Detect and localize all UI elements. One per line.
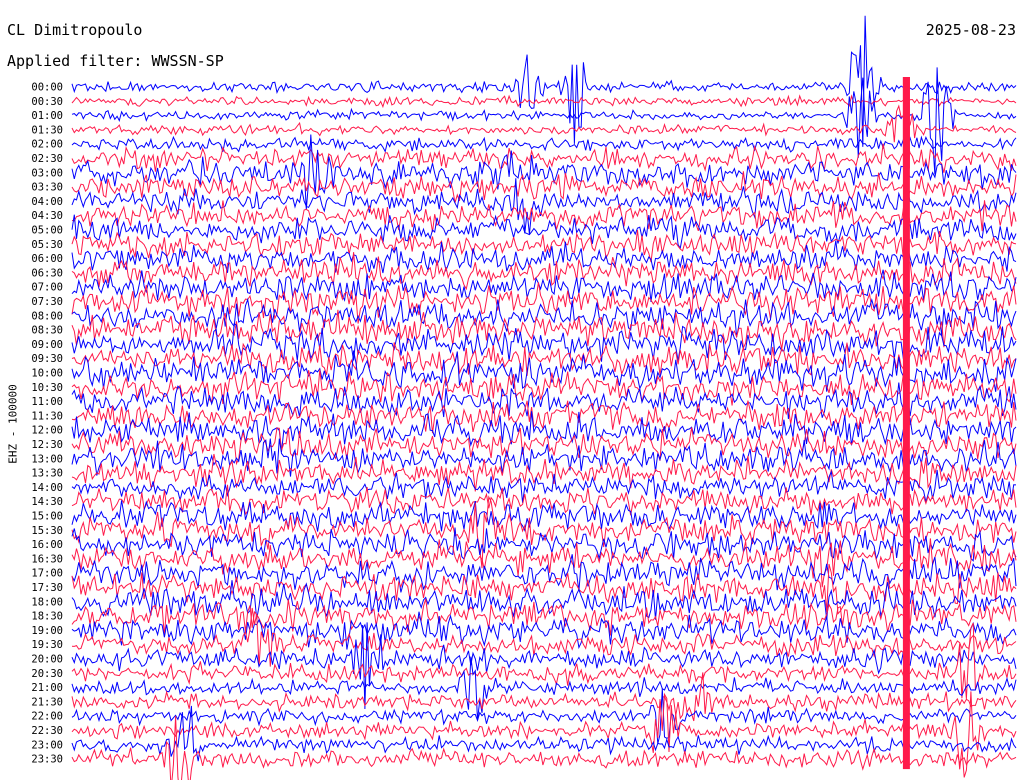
row-time-label: 05:00	[31, 225, 63, 237]
time-tick-labels: 00:00 00:30 01:00 01:30 02:00 02:30 03:00 03:30…	[31, 82, 63, 766]
row-time-label: 04:30	[31, 210, 63, 222]
row-time-label: 03:00	[31, 167, 63, 179]
trace-group	[71, 15, 1017, 780]
trace-row-2330	[71, 715, 1017, 780]
trace-row-0200	[71, 135, 1017, 153]
row-time-label: 10:30	[31, 382, 63, 394]
row-time-label: 23:30	[31, 754, 63, 766]
trace-row-0700	[71, 269, 1017, 302]
row-time-label: 09:30	[31, 353, 63, 365]
row-time-label: 02:00	[31, 139, 63, 151]
row-time-label: 23:00	[31, 739, 63, 751]
helicorder-view: CL Dimitropoulo Applied filter: WWSSN-SP…	[0, 0, 1024, 780]
row-time-label: 15:30	[31, 525, 63, 537]
row-time-label: 22:00	[31, 711, 63, 723]
row-time-label: 18:30	[31, 611, 63, 623]
trace-row-1600	[71, 527, 1017, 562]
row-time-label: 19:30	[31, 639, 63, 651]
row-time-label: 06:00	[31, 253, 63, 265]
row-time-label: 08:30	[31, 325, 63, 337]
row-time-label: 11:30	[31, 410, 63, 422]
trace-row-2100	[71, 656, 1017, 721]
row-time-label: 00:00	[31, 82, 63, 94]
saturated-trace-1	[902, 77, 910, 770]
row-time-label: 03:30	[31, 182, 63, 194]
row-time-label: 21:30	[31, 696, 63, 708]
trace-row-1830	[71, 598, 1017, 637]
row-time-label: 19:00	[31, 625, 63, 637]
row-time-label: 12:30	[31, 439, 63, 451]
row-time-label: 22:30	[31, 725, 63, 737]
row-time-label: 21:00	[31, 682, 63, 694]
row-time-label: 01:00	[31, 110, 63, 122]
row-time-label: 17:00	[31, 568, 63, 580]
row-time-label: 20:30	[31, 668, 63, 680]
row-time-label: 07:00	[31, 282, 63, 294]
row-time-label: 02:30	[31, 153, 63, 165]
row-time-label: 05:30	[31, 239, 63, 251]
row-time-label: 10:00	[31, 368, 63, 380]
row-time-label: 16:30	[31, 553, 63, 565]
row-time-label: 18:00	[31, 596, 63, 608]
row-time-label: 12:00	[31, 425, 63, 437]
row-time-label: 00:30	[31, 96, 63, 108]
seismogram-plot: 00:00 00:30 01:00 01:30 02:00 02:30 03:00 03:30…	[31, 15, 1017, 780]
row-time-label: 07:30	[31, 296, 63, 308]
trace-row-0130	[71, 104, 1017, 143]
row-time-label: 14:00	[31, 482, 63, 494]
row-time-label: 20:00	[31, 654, 63, 666]
row-time-label: 16:00	[31, 539, 63, 551]
row-time-label: 11:00	[31, 396, 63, 408]
row-time-label: 14:30	[31, 496, 63, 508]
row-time-label: 08:00	[31, 310, 63, 322]
row-time-label: 09:00	[31, 339, 63, 351]
row-time-label: 13:30	[31, 468, 63, 480]
row-time-label: 01:30	[31, 124, 63, 136]
row-time-label: 06:30	[31, 267, 63, 279]
row-time-label: 04:00	[31, 196, 63, 208]
row-time-label: 15:00	[31, 511, 63, 523]
row-time-label: 13:00	[31, 453, 63, 465]
row-time-label: 17:30	[31, 582, 63, 594]
